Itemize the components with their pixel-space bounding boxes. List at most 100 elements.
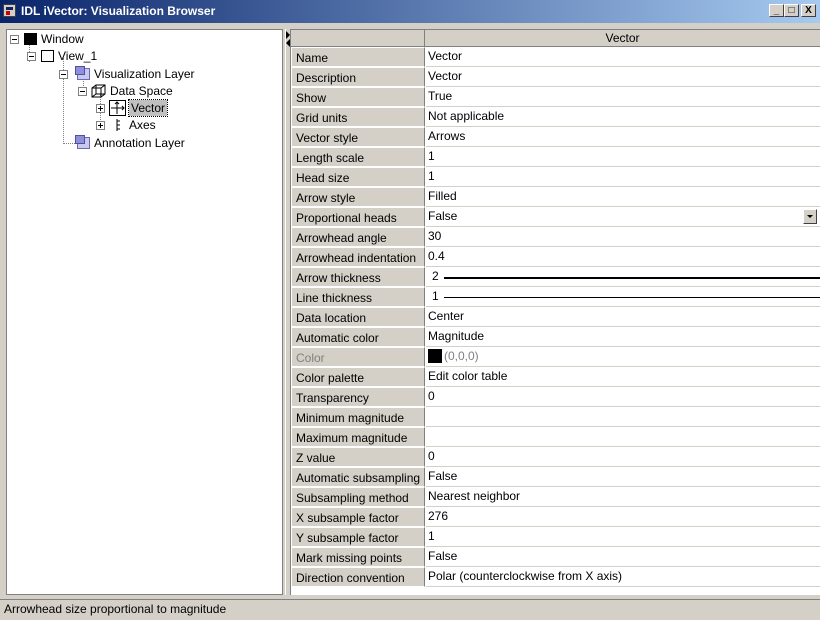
grid-column-header[interactable]: Vector bbox=[425, 30, 820, 47]
splitter-left-arrow-icon[interactable] bbox=[286, 39, 290, 47]
app-window: IDL iVector: Visualization Browser _ □ X… bbox=[0, 0, 820, 620]
tree-label-visualization-layer: Visualization Layer bbox=[94, 67, 195, 81]
property-value[interactable]: False bbox=[426, 207, 820, 227]
thickness-preview-line bbox=[444, 277, 820, 279]
property-row[interactable]: Arrowhead indentation 0.4 bbox=[291, 247, 820, 267]
property-name: Length scale bbox=[291, 147, 425, 167]
property-grid[interactable]: Vector Name Vector Description Vector Show Tr… bbox=[291, 29, 820, 595]
color-value-text: (0,0,0) bbox=[444, 349, 479, 363]
property-row[interactable]: Arrow thickness 2 bbox=[291, 267, 820, 287]
property-row[interactable]: Color (0,0,0) bbox=[291, 347, 820, 367]
property-value[interactable]: 1 bbox=[426, 147, 820, 167]
property-value[interactable]: 1 bbox=[426, 167, 820, 187]
property-value[interactable]: False bbox=[426, 547, 820, 567]
property-value[interactable]: 1 bbox=[426, 287, 820, 307]
property-value[interactable] bbox=[426, 407, 820, 427]
property-value[interactable]: 0 bbox=[426, 447, 820, 467]
property-name: Arrowhead indentation bbox=[291, 247, 425, 267]
property-row[interactable]: Z value 0 bbox=[291, 447, 820, 467]
tree-label-axes: Axes bbox=[129, 118, 156, 132]
property-value[interactable]: Vector bbox=[426, 47, 820, 67]
property-value[interactable]: False bbox=[426, 467, 820, 487]
close-button[interactable]: X bbox=[801, 4, 816, 17]
property-row[interactable]: Grid units Not applicable bbox=[291, 107, 820, 127]
property-row[interactable]: Direction convention Polar (counterclockw… bbox=[291, 567, 820, 587]
maximize-button[interactable]: □ bbox=[784, 4, 799, 17]
property-row[interactable]: Subsampling method Nearest neighbor bbox=[291, 487, 820, 507]
property-value[interactable]: 0 bbox=[426, 387, 820, 407]
property-value[interactable]: Polar (counterclockwise from X axis) bbox=[426, 567, 820, 587]
window-icon bbox=[24, 33, 37, 45]
property-value[interactable]: Filled bbox=[426, 187, 820, 207]
title-bar[interactable]: IDL iVector: Visualization Browser _ □ X bbox=[0, 0, 820, 23]
property-row[interactable]: Data location Center bbox=[291, 307, 820, 327]
property-name: Color palette bbox=[291, 367, 425, 387]
collapse-toggle[interactable] bbox=[59, 70, 68, 79]
property-value[interactable]: (0,0,0) bbox=[426, 347, 820, 367]
property-row[interactable]: Transparency 0 bbox=[291, 387, 820, 407]
property-row[interactable]: Line thickness 1 bbox=[291, 287, 820, 307]
view-icon bbox=[41, 50, 54, 62]
property-row[interactable]: Vector style Arrows bbox=[291, 127, 820, 147]
property-value[interactable]: 2 bbox=[426, 267, 820, 287]
grid-header-corner bbox=[291, 30, 425, 47]
property-row[interactable]: Show True bbox=[291, 87, 820, 107]
property-row[interactable]: Y subsample factor 1 bbox=[291, 527, 820, 547]
dropdown-arrow-icon[interactable] bbox=[803, 209, 817, 224]
property-name: Data location bbox=[291, 307, 425, 327]
property-value[interactable]: Not applicable bbox=[426, 107, 820, 127]
property-row[interactable]: Length scale 1 bbox=[291, 147, 820, 167]
collapse-toggle[interactable] bbox=[10, 35, 19, 44]
property-row[interactable]: Arrow style Filled bbox=[291, 187, 820, 207]
property-value[interactable]: True bbox=[426, 87, 820, 107]
splitter-right-arrow-icon[interactable] bbox=[286, 31, 290, 39]
property-value[interactable]: 276 bbox=[426, 507, 820, 527]
property-value[interactable]: 1 bbox=[426, 527, 820, 547]
property-name: Show bbox=[291, 87, 425, 107]
status-bar: Arrowhead size proportional to magnitude bbox=[0, 599, 820, 617]
collapse-toggle[interactable] bbox=[78, 87, 87, 96]
property-name: Arrow thickness bbox=[291, 267, 425, 287]
property-row[interactable]: Name Vector bbox=[291, 47, 820, 67]
property-value[interactable]: Vector bbox=[426, 67, 820, 87]
app-icon[interactable] bbox=[3, 4, 16, 17]
property-name: Name bbox=[291, 47, 425, 67]
property-value[interactable]: Nearest neighbor bbox=[426, 487, 820, 507]
property-name: Arrowhead angle bbox=[291, 227, 425, 247]
property-row[interactable]: Head size 1 bbox=[291, 167, 820, 187]
property-row[interactable]: Description Vector bbox=[291, 67, 820, 87]
property-name: Automatic subsampling bbox=[291, 467, 425, 487]
property-value[interactable]: Magnitude bbox=[426, 327, 820, 347]
property-row[interactable]: Automatic color Magnitude bbox=[291, 327, 820, 347]
property-row[interactable]: Color palette Edit color table bbox=[291, 367, 820, 387]
minimize-button[interactable]: _ bbox=[769, 4, 784, 17]
property-row[interactable]: X subsample factor 276 bbox=[291, 507, 820, 527]
property-name: Head size bbox=[291, 167, 425, 187]
property-row[interactable]: Automatic subsampling False bbox=[291, 467, 820, 487]
property-row[interactable]: Maximum magnitude bbox=[291, 427, 820, 447]
property-value[interactable]: 30 bbox=[426, 227, 820, 247]
property-value[interactable]: 0.4 bbox=[426, 247, 820, 267]
property-value[interactable]: Arrows bbox=[426, 127, 820, 147]
property-value[interactable]: Edit color table bbox=[426, 367, 820, 387]
tree-label-annotation-layer: Annotation Layer bbox=[94, 136, 185, 150]
status-text: Arrowhead size proportional to magnitude bbox=[4, 602, 227, 616]
property-row[interactable]: Proportional heads False bbox=[291, 207, 820, 227]
expand-toggle[interactable] bbox=[96, 104, 105, 113]
vector-icon bbox=[109, 100, 126, 116]
window-title: IDL iVector: Visualization Browser bbox=[21, 4, 216, 18]
property-row[interactable]: Minimum magnitude bbox=[291, 407, 820, 427]
property-value[interactable] bbox=[426, 427, 820, 447]
property-value[interactable]: Center bbox=[426, 307, 820, 327]
thickness-value-text: 1 bbox=[432, 289, 439, 303]
property-name: X subsample factor bbox=[291, 507, 425, 527]
property-row[interactable]: Mark missing points False bbox=[291, 547, 820, 567]
expand-toggle[interactable] bbox=[96, 121, 105, 130]
thickness-value-text: 2 bbox=[432, 269, 439, 283]
tree-label-view: View_1 bbox=[58, 49, 98, 63]
tree-view[interactable]: Window View_1 Visualization Layer Data S… bbox=[6, 29, 283, 595]
layer-icon bbox=[75, 66, 90, 80]
property-row[interactable]: Arrowhead angle 30 bbox=[291, 227, 820, 247]
collapse-toggle[interactable] bbox=[27, 52, 36, 61]
tree-label-vector: Vector bbox=[127, 99, 169, 117]
